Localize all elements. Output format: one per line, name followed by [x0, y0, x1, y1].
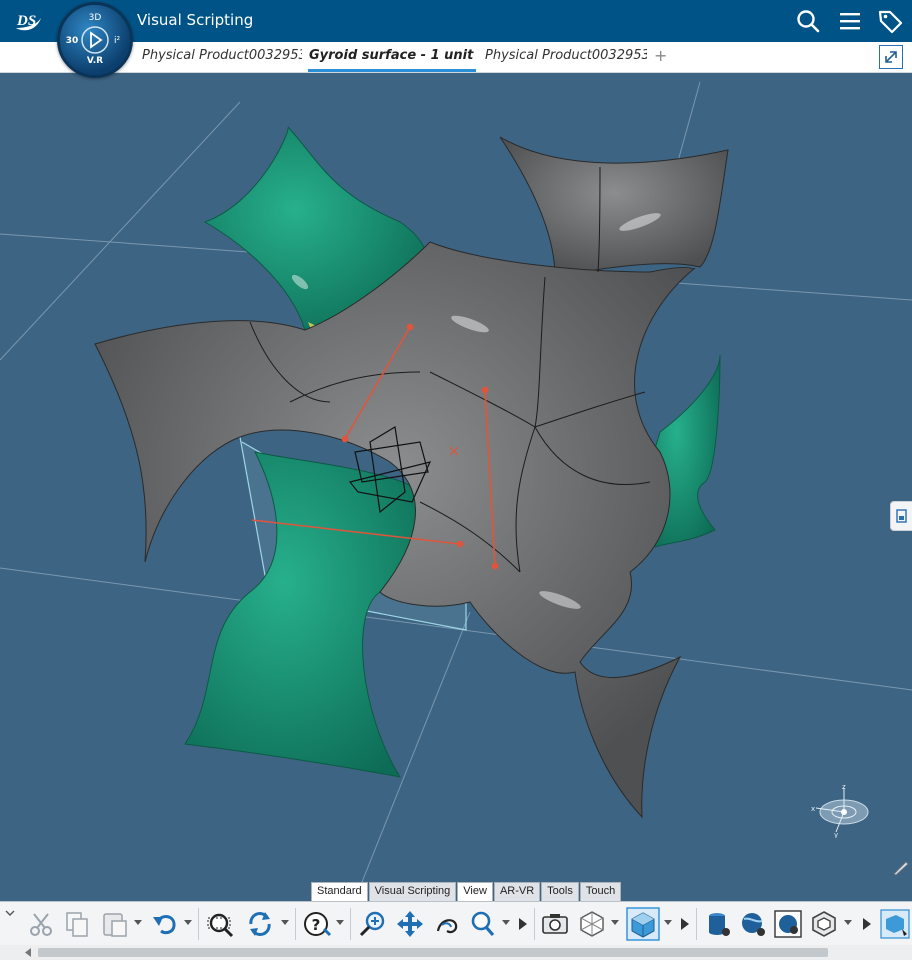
- cut-icon[interactable]: [26, 909, 56, 939]
- workbench-tab-bar: Standard Visual Scripting View AR-VR Too…: [311, 882, 622, 901]
- rotate-icon[interactable]: [245, 909, 275, 939]
- title-bar: DS Visual Scripting: [0, 0, 912, 42]
- scrollbar-thumb[interactable]: [38, 948, 828, 957]
- add-tab-button[interactable]: +: [654, 46, 667, 65]
- more-view-arrow-icon[interactable]: [680, 918, 690, 930]
- ambience-icon[interactable]: [773, 909, 803, 939]
- view-dropdown-arrow[interactable]: [611, 920, 619, 925]
- tag-icon[interactable]: [877, 8, 903, 34]
- zoom-dropdown-arrow[interactable]: [502, 920, 510, 925]
- fly-icon[interactable]: [432, 909, 462, 939]
- tab-visual-scripting[interactable]: Visual Scripting: [368, 882, 457, 901]
- pan-icon[interactable]: [395, 909, 425, 939]
- hidden-line-icon[interactable]: [809, 909, 839, 939]
- paste-dropdown-arrow[interactable]: [134, 920, 142, 925]
- compass-bottom-label: V.R: [87, 56, 103, 66]
- tab-tools[interactable]: Tools: [541, 882, 579, 901]
- tab-physical-product-1[interactable]: Physical Product00329535: [142, 48, 302, 63]
- tab-touch[interactable]: Touch: [579, 882, 622, 901]
- orientation-compass-icon[interactable]: z x y: [806, 782, 876, 838]
- undo-dropdown-arrow[interactable]: [184, 920, 192, 925]
- compass-right-label: i²: [114, 36, 121, 46]
- tab-gyroid-surface[interactable]: Gyroid surface - 1 unit - De: [309, 48, 477, 63]
- document-tab-bar: Physical Product00329535 Gyroid surface …: [0, 42, 912, 73]
- action-bar: ?: [0, 901, 912, 946]
- 3d-viewport[interactable]: [0, 72, 912, 902]
- fit-all-icon[interactable]: [205, 909, 235, 939]
- svg-text:?: ?: [312, 916, 321, 934]
- more-tools-arrow-icon[interactable]: [518, 918, 528, 930]
- copy-icon[interactable]: [62, 909, 92, 939]
- side-panel-toggle-icon[interactable]: [890, 501, 912, 531]
- compass-left-label: 30: [66, 36, 79, 46]
- collapse-toolbar-icon[interactable]: [3, 906, 17, 920]
- zoom-icon[interactable]: [358, 909, 388, 939]
- material-icon[interactable]: [703, 909, 733, 939]
- scroll-left-icon[interactable]: [24, 948, 32, 957]
- zoom-area-icon[interactable]: [468, 909, 498, 939]
- search-icon[interactable]: [795, 8, 821, 34]
- render-dropdown-arrow[interactable]: [844, 920, 852, 925]
- render-icon[interactable]: [880, 909, 910, 939]
- ds-logo-icon[interactable]: DS: [12, 6, 46, 36]
- restore-window-icon[interactable]: [879, 45, 903, 69]
- compass-z-label: z: [842, 783, 846, 791]
- help-dropdown-arrow[interactable]: [336, 920, 344, 925]
- pen-icon[interactable]: [892, 858, 910, 876]
- paste-icon[interactable]: [100, 909, 130, 939]
- shading-icon[interactable]: [626, 907, 660, 941]
- tab-ar-vr[interactable]: AR-VR: [493, 882, 541, 901]
- menu-icon[interactable]: [837, 8, 863, 34]
- compass-y-label: y: [834, 831, 838, 838]
- more-render-arrow-icon[interactable]: [862, 918, 872, 930]
- svg-text:DS: DS: [16, 13, 36, 29]
- lighting-icon[interactable]: [738, 909, 768, 939]
- compass-x-label: x: [811, 805, 815, 813]
- shading-dropdown-arrow[interactable]: [664, 920, 672, 925]
- help-icon[interactable]: ?: [302, 909, 332, 939]
- app-title: Visual Scripting: [137, 11, 254, 29]
- rotate-dropdown-arrow[interactable]: [281, 920, 289, 925]
- tab-standard[interactable]: Standard: [311, 882, 368, 901]
- toolbar-scrollbar[interactable]: [0, 945, 912, 960]
- undo-icon[interactable]: [150, 909, 180, 939]
- view-cube-icon[interactable]: [577, 909, 607, 939]
- compass-widget[interactable]: 3D 30 i² V.R: [57, 2, 133, 78]
- compass-top-label: 3D: [89, 13, 102, 23]
- tab-view[interactable]: View: [457, 882, 493, 901]
- tab-physical-product-2[interactable]: Physical Product00329536: [485, 48, 647, 63]
- capture-icon[interactable]: [540, 909, 570, 939]
